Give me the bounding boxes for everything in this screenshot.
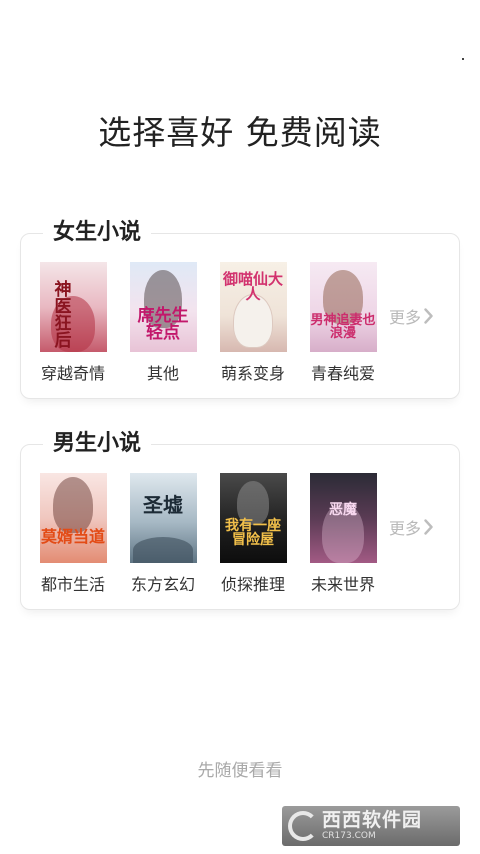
genre-item-male-0[interactable]: 莫婿当道 都市生活 xyxy=(28,473,118,595)
cover-title: 莫婿当道 xyxy=(40,527,105,546)
genre-item-male-1[interactable]: 圣墟 东方玄幻 xyxy=(118,473,208,595)
book-cover: 男神追妻也浪漫 xyxy=(309,262,377,352)
genre-preference-screen: 选择喜好 免费阅读 女生小说 神医狂后 穿越奇情 席先生轻点 其他 御喵仙大人 … xyxy=(0,0,480,854)
male-novels-section: 男生小说 莫婿当道 都市生活 圣墟 东方玄幻 我有一座冒险屋 侦探推理 恶魔 未… xyxy=(20,428,460,610)
genre-item-female-0[interactable]: 神医狂后 穿越奇情 xyxy=(28,262,118,384)
chevron-right-icon xyxy=(424,308,433,324)
skip-link[interactable]: 先随便看看 xyxy=(0,756,480,781)
section-title-female: 女生小说 xyxy=(43,217,152,249)
book-cover: 席先生轻点 xyxy=(129,262,197,352)
status-dot xyxy=(462,58,464,60)
cover-title: 神医狂后 xyxy=(50,280,71,348)
cover-title: 席先生轻点 xyxy=(137,306,189,343)
watermark-text: 西西软件园 CR173.COM xyxy=(322,811,422,841)
genre-item-female-3[interactable]: 男神追妻也浪漫 青春纯爱 xyxy=(298,262,388,384)
cover-figure xyxy=(133,537,193,563)
more-label: 更多 xyxy=(389,308,422,327)
more-button-female[interactable]: 更多 xyxy=(389,304,433,328)
book-cover: 莫婿当道 xyxy=(39,473,107,563)
book-cover: 御喵仙大人 xyxy=(219,262,287,352)
cover-title: 御喵仙大人 xyxy=(222,270,283,303)
cover-title: 圣墟 xyxy=(143,493,183,517)
female-novels-section: 女生小说 神医狂后 穿越奇情 席先生轻点 其他 御喵仙大人 萌系变身 男神追妻也… xyxy=(20,217,460,399)
genre-label: 都市生活 xyxy=(40,575,105,594)
genre-label: 侦探推理 xyxy=(220,575,285,594)
chevron-right-icon xyxy=(424,519,433,535)
genre-label: 萌系变身 xyxy=(220,364,285,383)
more-label: 更多 xyxy=(389,519,422,538)
genre-label: 穿越奇情 xyxy=(40,364,105,383)
book-cover: 我有一座冒险屋 xyxy=(219,473,287,563)
genre-label: 其他 xyxy=(146,364,179,383)
watermark-sub: CR173.COM xyxy=(322,831,376,841)
watermark-logo: 西西软件园 CR173.COM xyxy=(282,806,460,846)
logo-icon xyxy=(288,811,318,841)
book-cover: 恶魔 xyxy=(309,473,377,563)
genre-item-male-3[interactable]: 恶魔 未来世界 xyxy=(298,473,388,595)
genre-item-male-2[interactable]: 我有一座冒险屋 侦探推理 xyxy=(208,473,298,595)
book-cover: 圣墟 xyxy=(129,473,197,563)
cover-figure xyxy=(53,477,93,533)
genre-item-female-1[interactable]: 席先生轻点 其他 xyxy=(118,262,208,384)
section-title-male: 男生小说 xyxy=(43,428,152,460)
cover-title: 男神追妻也浪漫 xyxy=(310,313,376,341)
genre-label: 青春纯爱 xyxy=(310,364,375,383)
genre-label: 东方玄幻 xyxy=(130,575,195,594)
page-title: 选择喜好 免费阅读 xyxy=(98,113,382,152)
book-cover: 神医狂后 xyxy=(39,262,107,352)
cover-title: 我有一座冒险屋 xyxy=(225,518,281,548)
more-button-male[interactable]: 更多 xyxy=(389,515,433,539)
genre-label: 未来世界 xyxy=(310,575,375,594)
cover-title: 恶魔 xyxy=(329,502,357,518)
watermark-title: 西西软件园 xyxy=(322,809,423,831)
genre-item-female-2[interactable]: 御喵仙大人 萌系变身 xyxy=(208,262,298,384)
